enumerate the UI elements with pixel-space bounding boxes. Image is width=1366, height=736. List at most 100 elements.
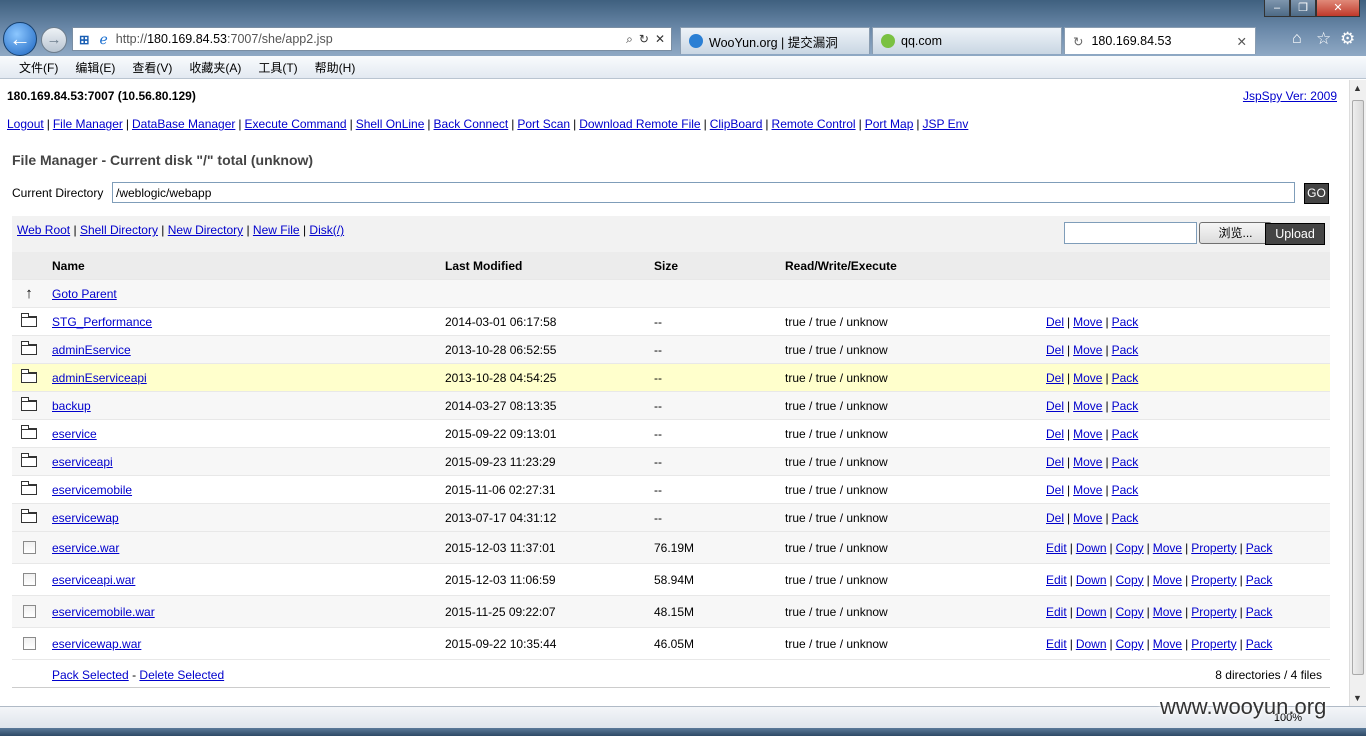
action-pack-link[interactable]: Pack: [1246, 605, 1273, 619]
compat-icon[interactable]: ⊞: [79, 32, 89, 47]
file-link[interactable]: eservicewap.war: [52, 637, 141, 651]
action-down-link[interactable]: Down: [1076, 541, 1107, 555]
action-edit-link[interactable]: Edit: [1046, 573, 1067, 587]
action-del-link[interactable]: Del: [1046, 315, 1064, 329]
action-del-link[interactable]: Del: [1046, 483, 1064, 497]
action-del-link[interactable]: Del: [1046, 343, 1064, 357]
menu-tools[interactable]: 工具(T): [258, 59, 297, 76]
action-copy-link[interactable]: Copy: [1116, 605, 1144, 619]
upload-button[interactable]: Upload: [1265, 223, 1325, 245]
action-move-link[interactable]: Move: [1073, 343, 1102, 357]
directory-link[interactable]: backup: [52, 399, 91, 413]
action-down-link[interactable]: Down: [1076, 573, 1107, 587]
action-move-link[interactable]: Move: [1073, 483, 1102, 497]
file-checkbox[interactable]: [22, 605, 36, 618]
action-pack-link[interactable]: Pack: [1112, 483, 1139, 497]
search-icon[interactable]: ⌕: [626, 32, 633, 47]
upload-file-input[interactable]: [1064, 222, 1197, 244]
action-move-link[interactable]: Move: [1073, 371, 1102, 385]
file-link[interactable]: eservice.war: [52, 541, 119, 555]
current-directory-input[interactable]: [112, 182, 1295, 203]
minimize-icon[interactable]: –: [1264, 0, 1290, 17]
scroll-down-icon[interactable]: ▼: [1353, 693, 1362, 703]
back-button[interactable]: ←: [3, 22, 37, 56]
action-move-link[interactable]: Move: [1073, 315, 1102, 329]
action-edit-link[interactable]: Edit: [1046, 541, 1067, 555]
action-copy-link[interactable]: Copy: [1116, 637, 1144, 651]
home-icon[interactable]: ⌂: [1292, 30, 1302, 48]
scrollbar-thumb[interactable]: [1352, 100, 1364, 675]
directory-link[interactable]: adminEserviceapi: [52, 371, 147, 385]
delete-selected-link[interactable]: Delete Selected: [139, 668, 224, 682]
forward-button[interactable]: →: [41, 27, 67, 53]
action-pack-link[interactable]: Pack: [1112, 399, 1139, 413]
action-pack-link[interactable]: Pack: [1246, 637, 1273, 651]
action-move-link[interactable]: Move: [1153, 605, 1182, 619]
nav-file-manager[interactable]: File Manager: [53, 117, 123, 131]
action-move-link[interactable]: Move: [1153, 637, 1182, 651]
nav-back-connect[interactable]: Back Connect: [434, 117, 509, 131]
address-bar[interactable]: ⊞ ℯ http://180.169.84.53:7007/she/app2.j…: [72, 27, 672, 51]
action-copy-link[interactable]: Copy: [1116, 541, 1144, 555]
nav-database-manager[interactable]: DataBase Manager: [132, 117, 235, 131]
action-move-link[interactable]: Move: [1153, 541, 1182, 555]
action-del-link[interactable]: Del: [1046, 427, 1064, 441]
action-move-link[interactable]: Move: [1073, 511, 1102, 525]
directory-link[interactable]: eservicemobile: [52, 483, 132, 497]
action-del-link[interactable]: Del: [1046, 371, 1064, 385]
nav-remote-control[interactable]: Remote Control: [772, 117, 856, 131]
vertical-scrollbar[interactable]: ▲ ▼: [1349, 80, 1366, 706]
nav-shell-online[interactable]: Shell OnLine: [356, 117, 425, 131]
tab-qq[interactable]: qq.com: [872, 27, 1062, 54]
maximize-icon[interactable]: ❐: [1290, 0, 1316, 17]
action-pack-link[interactable]: Pack: [1246, 541, 1273, 555]
action-edit-link[interactable]: Edit: [1046, 605, 1067, 619]
nav-clipboard[interactable]: ClipBoard: [710, 117, 763, 131]
action-pack-link[interactable]: Pack: [1112, 427, 1139, 441]
action-edit-link[interactable]: Edit: [1046, 637, 1067, 651]
action-move-link[interactable]: Move: [1073, 399, 1102, 413]
directory-link[interactable]: STG_Performance: [52, 315, 152, 329]
browse-button[interactable]: 浏览...: [1199, 222, 1272, 244]
tab-wooyun[interactable]: WooYun.org | 提交漏洞: [680, 27, 870, 54]
web-root-link[interactable]: Web Root: [17, 223, 70, 237]
new-directory-link[interactable]: New Directory: [168, 223, 243, 237]
shell-directory-link[interactable]: Shell Directory: [80, 223, 158, 237]
file-checkbox[interactable]: [22, 541, 36, 554]
file-link[interactable]: eservicemobile.war: [52, 605, 155, 619]
directory-link[interactable]: eserviceapi: [52, 455, 113, 469]
close-icon[interactable]: ✕: [1316, 0, 1360, 17]
disk-link[interactable]: Disk(/): [309, 223, 344, 237]
pack-selected-link[interactable]: Pack Selected: [52, 668, 129, 682]
action-pack-link[interactable]: Pack: [1112, 343, 1139, 357]
scroll-up-icon[interactable]: ▲: [1353, 83, 1362, 93]
action-down-link[interactable]: Down: [1076, 605, 1107, 619]
menu-favorites[interactable]: 收藏夹(A): [189, 59, 241, 76]
menu-file[interactable]: 文件(F): [19, 59, 58, 76]
action-pack-link[interactable]: Pack: [1112, 315, 1139, 329]
action-pack-link[interactable]: Pack: [1112, 511, 1139, 525]
menu-help[interactable]: 帮助(H): [315, 59, 356, 76]
action-copy-link[interactable]: Copy: [1116, 573, 1144, 587]
action-del-link[interactable]: Del: [1046, 399, 1064, 413]
file-link[interactable]: eserviceapi.war: [52, 573, 135, 587]
goto-parent-link[interactable]: Goto Parent: [52, 287, 117, 301]
go-button[interactable]: GO: [1304, 183, 1329, 204]
directory-link[interactable]: adminEservice: [52, 343, 131, 357]
action-property-link[interactable]: Property: [1191, 541, 1236, 555]
action-pack-link[interactable]: Pack: [1112, 455, 1139, 469]
action-property-link[interactable]: Property: [1191, 605, 1236, 619]
menu-view[interactable]: 查看(V): [132, 59, 172, 76]
action-del-link[interactable]: Del: [1046, 511, 1064, 525]
file-checkbox[interactable]: [22, 573, 36, 586]
new-file-link[interactable]: New File: [253, 223, 300, 237]
action-property-link[interactable]: Property: [1191, 637, 1236, 651]
action-move-link[interactable]: Move: [1073, 427, 1102, 441]
action-del-link[interactable]: Del: [1046, 455, 1064, 469]
nav-port-scan[interactable]: Port Scan: [517, 117, 570, 131]
nav-logout[interactable]: Logout: [7, 117, 44, 131]
action-move-link[interactable]: Move: [1153, 573, 1182, 587]
favorites-icon[interactable]: ☆: [1316, 29, 1331, 49]
action-pack-link[interactable]: Pack: [1112, 371, 1139, 385]
tab-current[interactable]: ↻ 180.169.84.53 ✕: [1064, 27, 1256, 54]
